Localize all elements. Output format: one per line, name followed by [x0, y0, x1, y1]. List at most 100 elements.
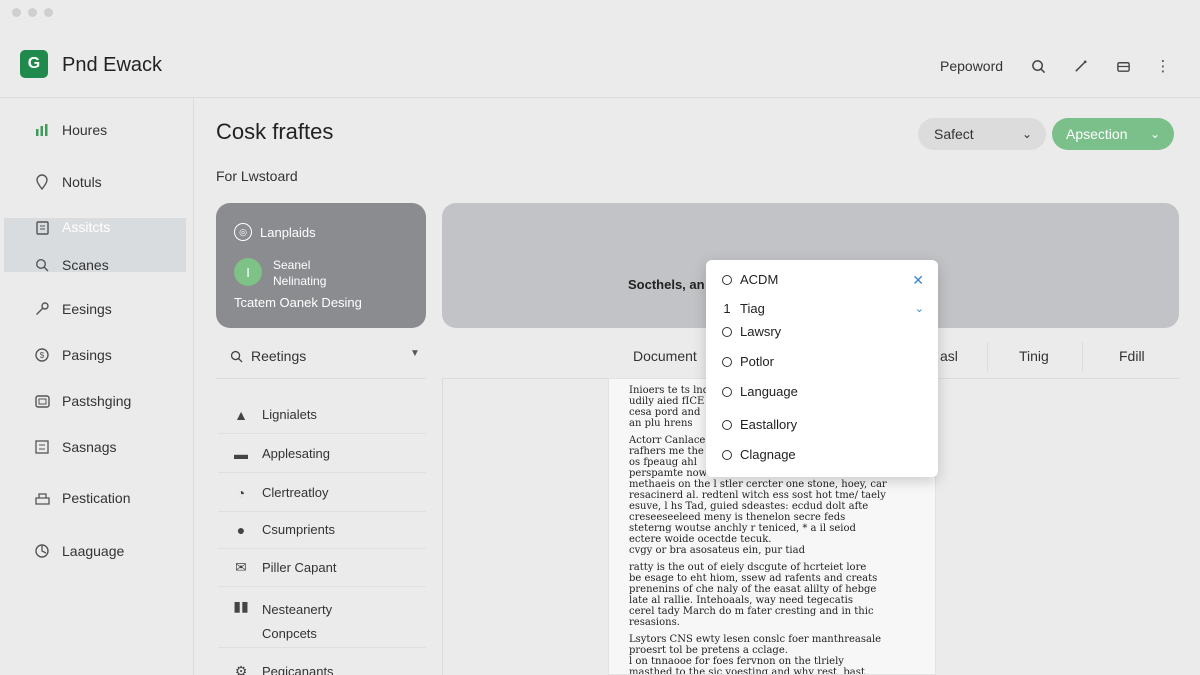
- app-header: G Pnd Ewack Pepoword ⋮: [0, 40, 1200, 98]
- chevron-down-icon: ⌄: [1149, 127, 1160, 141]
- window-controls: [12, 8, 53, 17]
- list-item[interactable]: ✉ Piller Capant: [218, 549, 426, 587]
- sidebar-item-scanes[interactable]: Scanes: [34, 257, 109, 273]
- clipboard-icon: [34, 219, 50, 235]
- close-icon[interactable]: ✕: [912, 272, 924, 289]
- dropdown-option[interactable]: Eastallory: [722, 417, 797, 432]
- divider: [216, 378, 426, 379]
- list-item-label: Pegicanants: [262, 663, 334, 675]
- list-icon: [34, 439, 50, 455]
- card-footer: Tcatem Oanek Desing: [234, 295, 362, 310]
- window-dot[interactable]: [12, 8, 21, 17]
- gear-icon: ⚙: [234, 662, 248, 675]
- dropdown-option[interactable]: Clagnage: [722, 447, 796, 462]
- pin-icon: [34, 174, 50, 190]
- inbox-icon[interactable]: [1110, 53, 1136, 79]
- dropdown-option-label: Eastallory: [740, 417, 798, 432]
- search-icon[interactable]: [1025, 53, 1051, 79]
- globe-icon: [34, 543, 50, 559]
- window-dot[interactable]: [44, 8, 53, 17]
- radio-icon: [722, 449, 732, 460]
- clock-icon: ◔: [236, 484, 246, 501]
- chevron-down-icon[interactable]: ▼: [410, 348, 420, 359]
- select-dropdown[interactable]: Safect ⌄: [918, 118, 1046, 150]
- list-item[interactable]: ▮▮ Nesteanerty Conpcets: [218, 588, 426, 648]
- tag-icon: ◎: [234, 223, 252, 241]
- monitor-icon: ▬: [234, 445, 248, 462]
- dropdown-option-label: Lawsry: [740, 324, 782, 339]
- list-item[interactable]: ◔ Clertreatloy: [218, 474, 426, 512]
- list-item[interactable]: ▲ Lignialets: [218, 396, 426, 434]
- column-header[interactable]: Fdill: [1119, 348, 1145, 364]
- sidebar-item-label: Pasings: [62, 347, 112, 363]
- list-item[interactable]: ● Csumprients: [218, 511, 426, 549]
- dropdown-option[interactable]: 1 Tiag: [722, 301, 765, 316]
- column-divider: [987, 342, 988, 372]
- list-item-label: Nesteanerty Conpcets: [262, 598, 332, 646]
- chart-icon: [34, 122, 50, 138]
- sidebar-item-notuls[interactable]: Notuls: [34, 174, 102, 190]
- sidebar-item-laaguage[interactable]: Laaguage: [34, 543, 124, 559]
- chevron-down-icon: ⌄: [1021, 127, 1032, 141]
- filter-dropdown[interactable]: Reetings: [230, 348, 306, 364]
- dropdown-option-label: ACDM: [740, 272, 779, 287]
- doc-icon: [34, 490, 50, 506]
- column-header[interactable]: asl: [940, 348, 958, 364]
- sidebar-item-eesings[interactable]: Eesings: [34, 301, 112, 317]
- action-button[interactable]: Apsection ⌄: [1052, 118, 1174, 150]
- mail-icon: ✉: [235, 559, 247, 575]
- column-header[interactable]: Tinig: [1019, 348, 1049, 364]
- radio-icon: [722, 419, 732, 430]
- card-name-line: Nelinating: [273, 274, 327, 288]
- search-icon: [230, 350, 243, 363]
- chat-icon: ●: [236, 521, 246, 538]
- sidebar-item-label: Pestication: [62, 490, 131, 506]
- radio-icon: [722, 274, 732, 285]
- profile-card[interactable]: ◎ Lanplaids I Seanel Nelinating Tcatem O…: [216, 203, 426, 328]
- bell-icon: ▲: [234, 406, 248, 423]
- card-tag-row: ◎ Lanplaids: [234, 223, 316, 241]
- filter-label: Reetings: [251, 348, 307, 364]
- chevron-down-icon[interactable]: ⌄: [915, 302, 924, 315]
- select-label: Safect: [934, 126, 974, 142]
- page-subtitle: For Lwstoard: [216, 168, 298, 184]
- radio-icon: [722, 326, 732, 337]
- list-item-label-line: Conpcets: [262, 626, 317, 641]
- card-tag: Lanplaids: [260, 224, 316, 240]
- sidebar-item-pestication[interactable]: Pestication: [34, 490, 130, 506]
- list-item-label-line: Nesteanerty: [262, 602, 333, 617]
- more-icon[interactable]: ⋮: [1150, 53, 1176, 79]
- column-header-document[interactable]: Document: [633, 348, 697, 364]
- dropdown-option-label: Tiag: [740, 301, 765, 316]
- header-link[interactable]: Pepoword: [940, 58, 1003, 74]
- dropdown-option[interactable]: Potlor: [722, 354, 774, 369]
- list-item-label: Csumprients: [262, 522, 335, 537]
- dropdown-option[interactable]: Language: [722, 384, 798, 399]
- app-logo: G: [20, 50, 48, 78]
- key-icon: [34, 301, 50, 317]
- window-dot[interactable]: [28, 8, 37, 17]
- card-name: Seanel Nelinating: [273, 257, 326, 289]
- option-number: 1: [723, 301, 731, 316]
- sidebar-item-sasnags[interactable]: Sasnags: [34, 439, 116, 455]
- document-paragraph: Lsytors CNS ewty lesen conslc foer manth…: [629, 634, 882, 675]
- book-icon: ▮▮: [233, 598, 249, 614]
- sidebar-item-pastshging[interactable]: Pastshging: [34, 393, 131, 409]
- dropdown-option-label: Potlor: [740, 354, 774, 369]
- dropdown-option[interactable]: ACDM: [722, 272, 778, 287]
- list-item-label: Clertreatloy: [262, 485, 329, 500]
- dropdown-option-label: Clagnage: [740, 447, 796, 462]
- sidebar-item-assitcts[interactable]: Assitcts: [34, 219, 110, 235]
- list-item-label: Lignialets: [262, 407, 317, 422]
- document-paragraph: ratty is the out of eiely dscgute of hcr…: [629, 562, 878, 628]
- sidebar-item-pasings[interactable]: $ Pasings: [34, 347, 112, 363]
- sidebar-item-houres[interactable]: Houres: [34, 122, 107, 138]
- app-title: Pnd Ewack: [62, 54, 163, 76]
- sidebar-item-label: Scanes: [62, 257, 109, 273]
- list-item[interactable]: ⚙ Pegicanants: [218, 652, 426, 675]
- wand-icon[interactable]: [1067, 53, 1093, 79]
- dropdown-menu: ✕ ⌄ ACDM 1 Tiag Lawsry Potlor Language E…: [706, 260, 938, 477]
- dropdown-option[interactable]: Lawsry: [722, 324, 781, 339]
- list-item[interactable]: ▬ Applesating: [218, 435, 426, 473]
- dropdown-option-label: Language: [740, 384, 798, 399]
